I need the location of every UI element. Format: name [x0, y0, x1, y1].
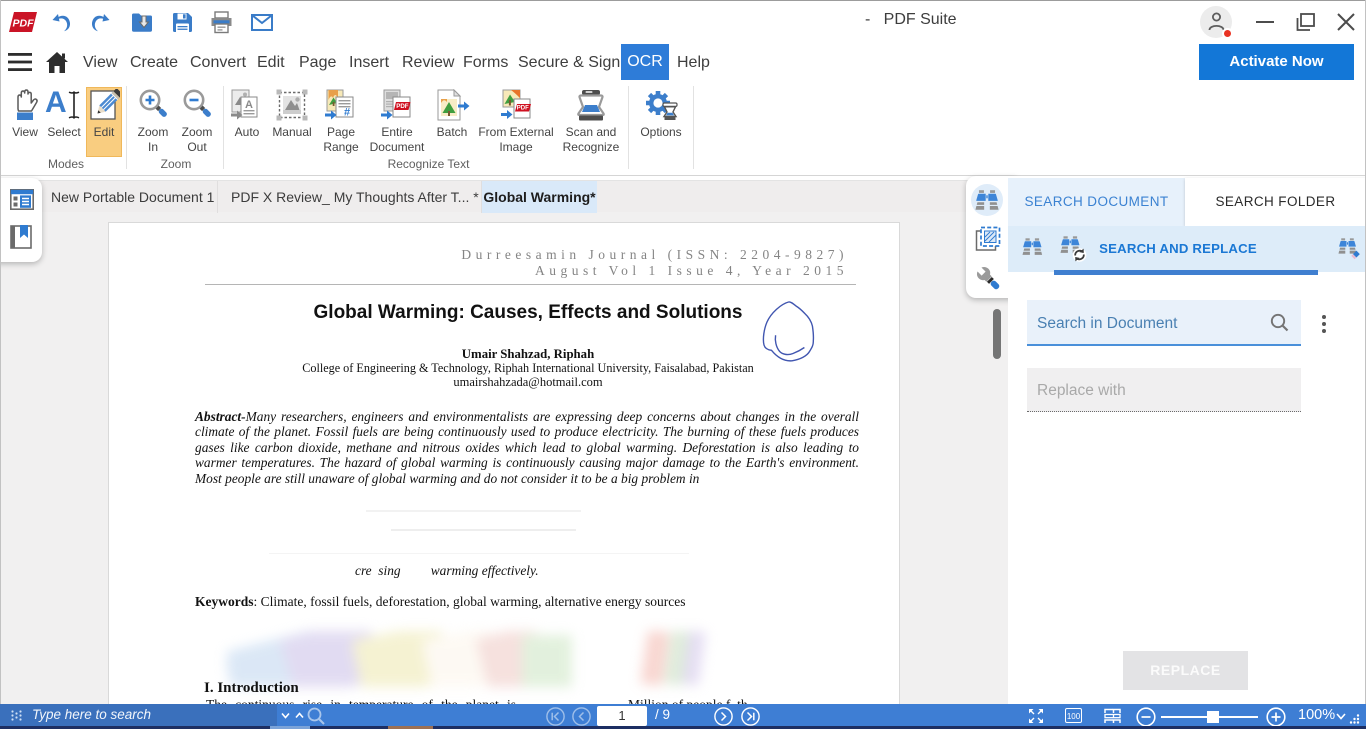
svg-text:A: A	[245, 99, 253, 111]
svg-text:PDF: PDF	[396, 103, 409, 110]
svg-text:PDF: PDF	[13, 18, 35, 30]
svg-text:#: #	[344, 107, 350, 119]
svg-text:PDF: PDF	[517, 106, 529, 112]
